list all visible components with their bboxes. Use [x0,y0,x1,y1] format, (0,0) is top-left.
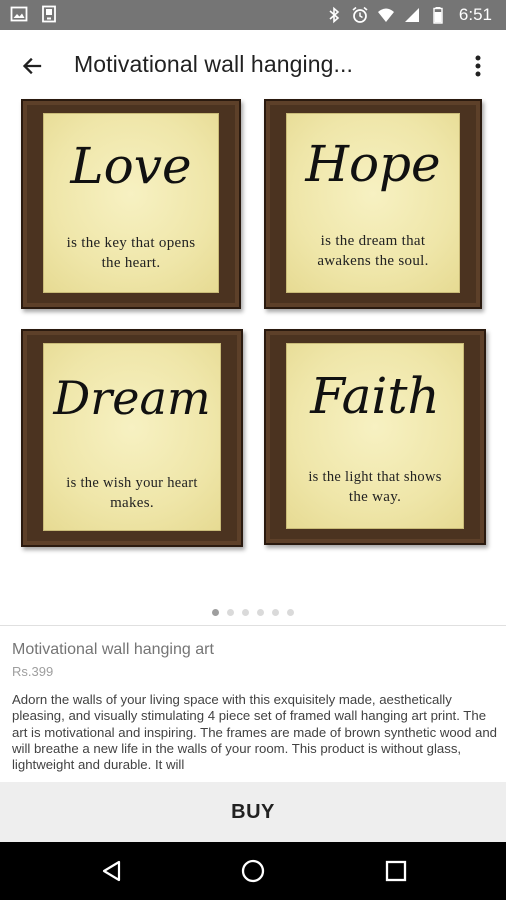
frame-word: Faith [310,367,440,425]
canvas-hope: Hope is the dream that awakens the soul. [286,113,460,293]
more-options-button[interactable] [460,46,496,86]
alarm-icon [352,6,368,23]
frame-hope: Hope is the dream that awakens the soul. [264,99,482,309]
frame-word: Love [70,137,192,195]
frame-line: the heart. [101,255,161,271]
frame-line: is the dream that [320,233,426,249]
bluetooth-icon [329,6,340,24]
signal-icon [404,8,419,22]
page-title: Motivational wall hanging... [74,51,353,77]
recents-square-icon [385,860,407,882]
back-button[interactable] [14,48,50,84]
image-icon [10,6,28,22]
battery-icon [433,7,443,24]
frame-line: the way. [348,489,402,505]
nav-home-button[interactable] [237,855,269,887]
nav-back-button[interactable] [96,855,128,887]
frame-line: makes. [110,495,154,511]
frame-dream: Dream is the wish your heart makes. [21,329,243,547]
product-price: Rs.399 [12,664,54,679]
status-bar: 6:51 [0,0,506,30]
back-triangle-icon [102,860,121,882]
frame-line: awakens the soul. [317,253,429,269]
frame-faith: Faith is the light that shows the way. [264,329,486,545]
tablet-icon [42,5,56,23]
divider [0,625,506,626]
product-description: Adorn the walls of your living space wit… [12,692,498,773]
pager-dot[interactable] [227,609,234,616]
gallery-pager [0,609,506,616]
status-clock: 6:51 [458,5,492,24]
navigation-bar [0,842,506,900]
product-image-gallery[interactable]: Love is the key that opens the heart. Ho… [0,96,506,566]
home-circle-icon [241,859,265,883]
frame-word: Hope [305,135,441,193]
frame-word: Dream [53,371,211,425]
pager-dot[interactable] [242,609,249,616]
product-name: Motivational wall hanging art [12,641,214,658]
pager-dot[interactable] [212,609,219,616]
frame-line: is the wish your heart [66,475,198,491]
frame-line: is the light that shows [308,469,442,485]
arrow-back-icon [22,57,42,75]
frame-love: Love is the key that opens the heart. [21,99,241,309]
app-bar: Motivational wall hanging... [0,30,506,100]
more-vert-icon [475,55,481,77]
canvas-dream: Dream is the wish your heart makes. [43,343,221,531]
wifi-icon [377,8,394,22]
buy-label: BUY [231,800,275,823]
buy-button[interactable]: BUY [0,782,506,842]
canvas-faith: Faith is the light that shows the way. [286,343,464,529]
pager-dot[interactable] [287,609,294,616]
pager-dot[interactable] [257,609,264,616]
frame-line: is the key that opens [66,235,196,251]
canvas-love: Love is the key that opens the heart. [43,113,219,293]
pager-dot[interactable] [272,609,279,616]
nav-recents-button[interactable] [380,855,412,887]
